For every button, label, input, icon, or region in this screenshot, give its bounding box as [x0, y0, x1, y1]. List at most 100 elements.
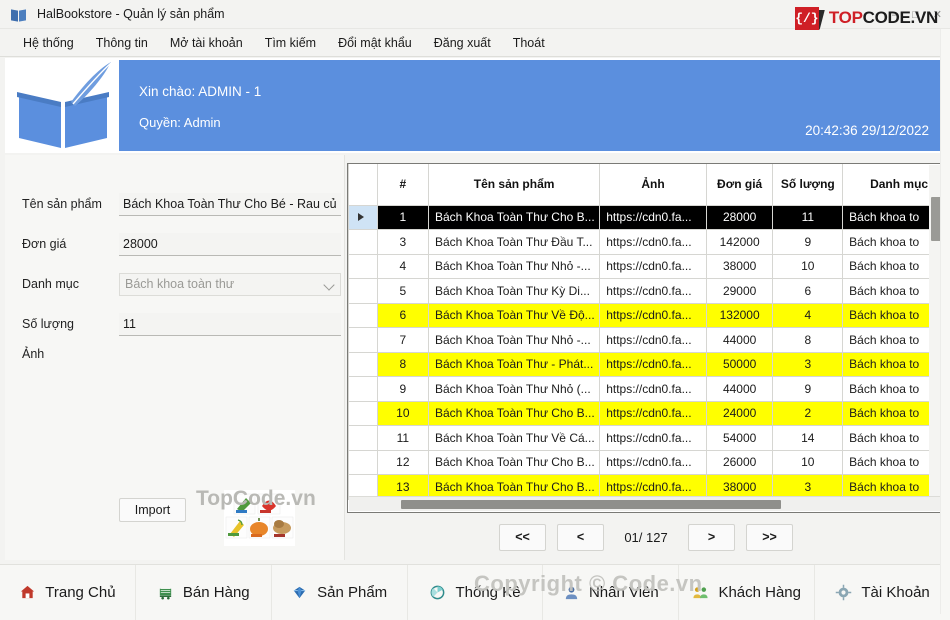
table-row[interactable]: 9 Bách Khoa Toàn Thư Nhỏ (... https://cdn0… — [348, 376, 944, 402]
column-header-image[interactable]: Ảnh — [599, 164, 707, 206]
nav-item-bán-hàng[interactable]: Bán Hàng — [136, 564, 272, 620]
column-header-index[interactable]: # — [376, 164, 429, 206]
cell-name[interactable]: Bách Khoa Toàn Thư Cho B... — [427, 400, 601, 426]
cell-price[interactable]: 24000 — [705, 400, 774, 426]
cell-image-url[interactable]: https://cdn0.fa... — [599, 229, 707, 255]
cell-index[interactable]: 9 — [376, 376, 429, 402]
cell-name[interactable]: Bách Khoa Toàn Thư Về Cá... — [427, 425, 601, 451]
cell-price[interactable]: 54000 — [705, 425, 774, 451]
cell-image-url[interactable]: https://cdn0.fa... — [599, 327, 707, 353]
table-row[interactable]: 3 Bách Khoa Toàn Thư Đầu T... https://cdn0… — [348, 229, 944, 255]
previous-page-button[interactable]: < — [557, 523, 604, 551]
table-row[interactable]: 1 Bách Khoa Toàn Thư Cho B... https://cdn0… — [348, 204, 944, 230]
nav-item-nhân-viên[interactable]: Nhân Viên — [543, 564, 680, 620]
cell-image-url[interactable]: https://cdn0.fa... — [599, 253, 707, 279]
price-input[interactable] — [119, 233, 341, 256]
next-page-button[interactable]: > — [688, 523, 735, 551]
cell-quantity[interactable]: 9 — [772, 229, 844, 255]
cell-name[interactable]: Bách Khoa Toàn Thư Nhỏ (... — [427, 376, 601, 402]
menu-item-4[interactable]: Đổi mật khẩu — [327, 32, 423, 54]
cell-index[interactable]: 12 — [376, 449, 429, 475]
cell-quantity[interactable]: 10 — [772, 253, 844, 279]
cell-image-url[interactable]: https://cdn0.fa... — [599, 449, 707, 475]
cell-price[interactable]: 38000 — [705, 253, 774, 279]
cell-index[interactable]: 7 — [376, 327, 429, 353]
cell-price[interactable]: 44000 — [705, 376, 774, 402]
last-page-button[interactable]: >> — [746, 523, 793, 551]
cell-quantity[interactable]: 14 — [772, 425, 844, 451]
cell-quantity[interactable]: 6 — [772, 278, 844, 304]
cell-price[interactable]: 44000 — [705, 327, 774, 353]
import-image-button[interactable]: Import — [119, 498, 186, 522]
product-name-input[interactable] — [119, 193, 341, 216]
menu-item-5[interactable]: Đăng xuất — [423, 32, 502, 54]
row-selector-cell[interactable] — [348, 253, 378, 279]
category-select[interactable]: Bách khoa toàn thư — [119, 273, 341, 296]
cell-quantity[interactable]: 8 — [772, 327, 844, 353]
cell-image-url[interactable]: https://cdn0.fa... — [599, 204, 707, 230]
cell-image-url[interactable]: https://cdn0.fa... — [599, 425, 707, 451]
row-selector-cell[interactable] — [348, 400, 378, 426]
table-row[interactable]: 4 Bách Khoa Toàn Thư Nhỏ -... https://cdn0… — [348, 253, 944, 279]
cell-image-url[interactable]: https://cdn0.fa... — [599, 302, 707, 328]
first-page-button[interactable]: << — [499, 523, 546, 551]
row-selector-cell[interactable] — [348, 425, 378, 451]
cell-quantity[interactable]: 4 — [772, 302, 844, 328]
grid-horizontal-scroll-thumb[interactable] — [401, 500, 781, 509]
cell-quantity[interactable]: 10 — [772, 449, 844, 475]
menu-item-0[interactable]: Hệ thống — [12, 32, 85, 54]
table-row[interactable]: 10 Bách Khoa Toàn Thư Cho B... https://cdn… — [348, 400, 944, 426]
row-selector-cell[interactable] — [348, 204, 378, 230]
row-selector-cell[interactable] — [348, 278, 378, 304]
products-data-grid[interactable]: # Tên sản phẩm Ảnh Đơn giá Số lượng Danh… — [347, 163, 945, 513]
nav-item-sản-phẩm[interactable]: Sản Phẩm — [272, 564, 408, 620]
cell-index[interactable]: 11 — [376, 425, 429, 451]
row-selector-cell[interactable] — [348, 327, 378, 353]
row-selector-cell[interactable] — [348, 229, 378, 255]
menu-item-6[interactable]: Thoát — [502, 32, 556, 54]
window-scrollbar[interactable] — [940, 29, 950, 614]
quantity-input[interactable] — [119, 313, 341, 336]
row-selector-cell[interactable] — [348, 351, 378, 377]
nav-item-trang-chủ[interactable]: Trang Chủ — [0, 564, 136, 620]
table-row[interactable]: 7 Bách Khoa Toàn Thư Nhỏ -... https://cdn0… — [348, 327, 944, 353]
menu-item-2[interactable]: Mở tài khoản — [159, 32, 254, 54]
row-selector-cell[interactable] — [348, 302, 378, 328]
row-selector-cell[interactable] — [348, 449, 378, 475]
cell-index[interactable]: 8 — [376, 351, 429, 377]
menu-item-1[interactable]: Thông tin — [85, 32, 159, 54]
cell-index[interactable]: 6 — [376, 302, 429, 328]
cell-quantity[interactable]: 9 — [772, 376, 844, 402]
cell-name[interactable]: Bách Khoa Toàn Thư Nhỏ -... — [427, 327, 601, 353]
row-selector-cell[interactable] — [348, 376, 378, 402]
cell-price[interactable]: 28000 — [705, 204, 774, 230]
cell-image-url[interactable]: https://cdn0.fa... — [599, 400, 707, 426]
table-row[interactable]: 8 Bách Khoa Toàn Thư - Phát... https://cdn… — [348, 351, 944, 377]
table-row[interactable]: 6 Bách Khoa Toàn Thư Về Độ... https://cdn0… — [348, 302, 944, 328]
cell-price[interactable]: 26000 — [705, 449, 774, 475]
cell-image-url[interactable]: https://cdn0.fa... — [599, 278, 707, 304]
cell-name[interactable]: Bách Khoa Toàn Thư Cho B... — [427, 204, 601, 230]
cell-price[interactable]: 132000 — [705, 302, 774, 328]
cell-name[interactable]: Bách Khoa Toàn Thư Nhỏ -... — [427, 253, 601, 279]
cell-quantity[interactable]: 11 — [772, 204, 844, 230]
cell-quantity[interactable]: 2 — [772, 400, 844, 426]
column-header-price[interactable]: Đơn giá — [705, 164, 774, 206]
nav-item-khách-hàng[interactable]: Khách Hàng — [679, 564, 816, 620]
cell-price[interactable]: 29000 — [705, 278, 774, 304]
cell-index[interactable]: 1 — [376, 204, 429, 230]
cell-name[interactable]: Bách Khoa Toàn Thư Kỳ Di... — [427, 278, 601, 304]
nav-item-thống-kê[interactable]: Thống Kê — [408, 564, 544, 620]
table-row[interactable]: 5 Bách Khoa Toàn Thư Kỳ Di... https://cdn0… — [348, 278, 944, 304]
cell-index[interactable]: 10 — [376, 400, 429, 426]
column-header-name[interactable]: Tên sản phẩm — [427, 164, 601, 206]
cell-name[interactable]: Bách Khoa Toàn Thư - Phát... — [427, 351, 601, 377]
table-row[interactable]: 12 Bách Khoa Toàn Thư Cho B... https://cdn… — [348, 449, 944, 475]
column-header-quantity[interactable]: Số lượng — [772, 164, 844, 206]
cell-index[interactable]: 5 — [376, 278, 429, 304]
cell-image-url[interactable]: https://cdn0.fa... — [599, 351, 707, 377]
table-row[interactable]: 11 Bách Khoa Toàn Thư Về Cá... https://cdn… — [348, 425, 944, 451]
cell-name[interactable]: Bách Khoa Toàn Thư Cho B... — [427, 449, 601, 475]
cell-name[interactable]: Bách Khoa Toàn Thư Về Độ... — [427, 302, 601, 328]
cell-name[interactable]: Bách Khoa Toàn Thư Đầu T... — [427, 229, 601, 255]
